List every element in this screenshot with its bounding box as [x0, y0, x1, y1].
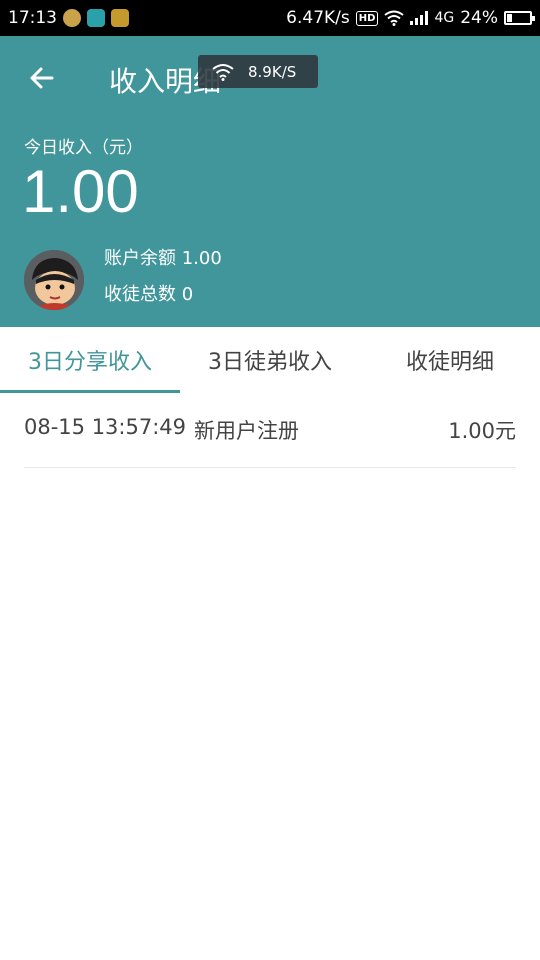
today-income-label: 今日收入（元） [24, 138, 143, 158]
record-amount: 1.00元 [448, 419, 516, 443]
signal-icon [410, 11, 429, 25]
wifi-icon [212, 63, 234, 81]
disciples-count: 收徒总数 0 [104, 284, 194, 305]
income-header: 收入明细 8.9K/S 今日收入（元） 1.00 账户余额 1.00 收徒总数 … [0, 36, 540, 327]
battery-fill [507, 14, 512, 22]
account-balance: 账户余额 1.00 [104, 248, 222, 269]
avatar[interactable] [24, 250, 84, 310]
network-type: 4G [434, 10, 455, 26]
game-app-icon [111, 9, 129, 27]
today-income-amount: 1.00 [22, 158, 139, 225]
app-notification-icon [63, 9, 81, 27]
record-info: 08-15 13:57:49 新用户注册 [24, 415, 299, 445]
net-speed-overlay[interactable]: 8.9K/S [198, 55, 318, 88]
status-bar-right: 6.47K/s HD 4G 24% [286, 8, 535, 28]
tab-3day-disciple-income[interactable]: 3日徒弟收入 [180, 327, 360, 393]
scan-app-icon [87, 9, 105, 27]
status-bar-left: 17:13 [8, 8, 129, 28]
battery-icon [504, 11, 535, 25]
status-bar: 17:13 6.47K/s HD 4G 24% [0, 0, 540, 36]
tab-disciple-details[interactable]: 收徒明细 [360, 327, 540, 393]
status-net-speed: 6.47K/s [286, 8, 350, 28]
tab-3day-share-income[interactable]: 3日分享收入 [0, 327, 180, 393]
record-datetime: 08-15 13:57:49 [24, 415, 187, 439]
status-time: 17:13 [8, 8, 57, 28]
back-arrow-icon[interactable] [26, 62, 58, 94]
avatar-image [24, 250, 84, 310]
list-item[interactable]: 08-15 13:57:49 新用户注册 1.00元 [24, 393, 516, 468]
wifi-icon [384, 10, 405, 26]
overlay-speed-text: 8.9K/S [248, 62, 297, 81]
battery-percent: 24% [460, 8, 498, 28]
record-description: 新用户注册 [194, 419, 300, 443]
hd-icon: HD [355, 10, 379, 26]
income-tabs: 3日分享收入 3日徒弟收入 收徒明细 [0, 327, 540, 393]
